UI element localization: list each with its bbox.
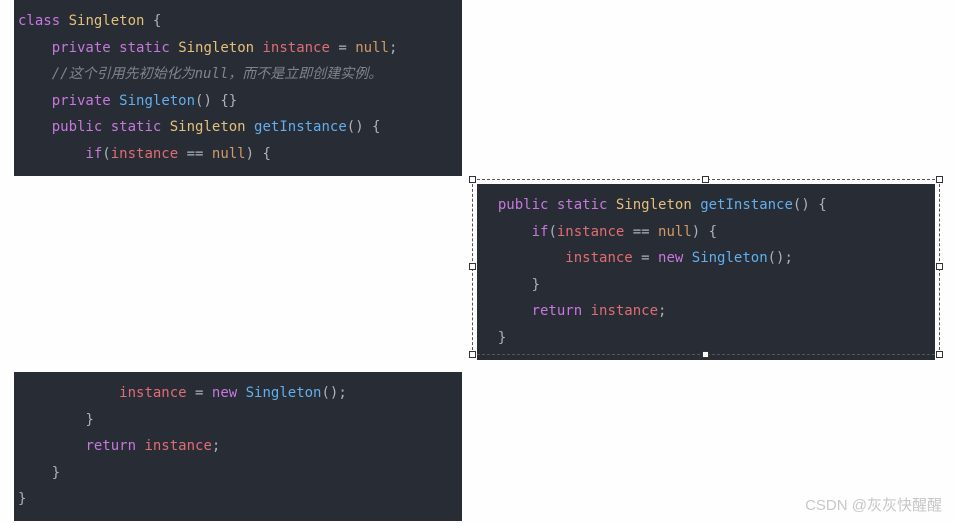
type-singleton: Singleton bbox=[170, 119, 246, 135]
brace-close: } bbox=[52, 465, 60, 481]
comment-line: //这个引用先初始化为null，而不是立即创建实例。 bbox=[52, 66, 383, 82]
semi: ; bbox=[389, 40, 397, 56]
keyword-private: private bbox=[52, 93, 111, 109]
resize-handle-tl[interactable] bbox=[469, 176, 476, 183]
paren-open: ( bbox=[548, 224, 556, 240]
var-instance: instance bbox=[557, 224, 624, 240]
equals: = bbox=[633, 250, 658, 266]
type-singleton: Singleton bbox=[69, 13, 145, 29]
brace: { bbox=[144, 13, 161, 29]
equals: = bbox=[330, 40, 355, 56]
keyword-new: new bbox=[212, 385, 237, 401]
resize-handle-mr[interactable] bbox=[936, 263, 943, 270]
parens: () { bbox=[347, 119, 381, 135]
keyword-static: static bbox=[119, 40, 170, 56]
keyword-if: if bbox=[532, 224, 549, 240]
keyword-class: class bbox=[18, 13, 60, 29]
resize-handle-tr[interactable] bbox=[936, 176, 943, 183]
parens: (); bbox=[768, 250, 793, 266]
paren-close: ) { bbox=[692, 224, 717, 240]
ctor-singleton: Singleton bbox=[119, 93, 195, 109]
keyword-static: static bbox=[111, 119, 162, 135]
eqeq: == bbox=[178, 146, 212, 162]
keyword-null: null bbox=[212, 146, 246, 162]
var-instance: instance bbox=[144, 438, 211, 454]
code-block-3: instance = new Singleton(); } return ins… bbox=[14, 372, 462, 521]
resize-handle-tm[interactable] bbox=[702, 176, 709, 183]
ctor-singleton: Singleton bbox=[692, 250, 768, 266]
semi: ; bbox=[212, 438, 220, 454]
keyword-public: public bbox=[498, 197, 549, 213]
watermark-text: CSDN @灰灰快醒醒 bbox=[805, 494, 942, 515]
resize-handle-ml[interactable] bbox=[469, 263, 476, 270]
ctor-singleton: Singleton bbox=[246, 385, 322, 401]
keyword-new: new bbox=[658, 250, 683, 266]
var-instance: instance bbox=[565, 250, 632, 266]
code-block-1: class Singleton { private static Singlet… bbox=[14, 0, 462, 176]
func-getinstance: getInstance bbox=[254, 119, 347, 135]
var-instance: instance bbox=[111, 146, 178, 162]
parens: () {} bbox=[195, 93, 237, 109]
keyword-return: return bbox=[85, 438, 136, 454]
var-instance: instance bbox=[262, 40, 329, 56]
brace-close: } bbox=[85, 412, 93, 428]
var-instance: instance bbox=[119, 385, 186, 401]
keyword-private: private bbox=[52, 40, 111, 56]
eqeq: == bbox=[624, 224, 658, 240]
brace-close: } bbox=[18, 491, 26, 507]
parens: () { bbox=[793, 197, 827, 213]
parens: (); bbox=[321, 385, 346, 401]
type-singleton: Singleton bbox=[616, 197, 692, 213]
resize-handle-bl[interactable] bbox=[469, 351, 476, 358]
code-block-2: public static Singleton getInstance() { … bbox=[477, 184, 935, 360]
keyword-if: if bbox=[85, 146, 102, 162]
keyword-static: static bbox=[557, 197, 608, 213]
equals: = bbox=[187, 385, 212, 401]
func-getinstance: getInstance bbox=[700, 197, 793, 213]
keyword-public: public bbox=[52, 119, 103, 135]
var-instance: instance bbox=[591, 303, 658, 319]
resize-handle-br[interactable] bbox=[936, 351, 943, 358]
keyword-null: null bbox=[658, 224, 692, 240]
paren-close: ) { bbox=[246, 146, 271, 162]
keyword-null: null bbox=[355, 40, 389, 56]
brace-close: } bbox=[532, 277, 540, 293]
semi: ; bbox=[658, 303, 666, 319]
type-singleton: Singleton bbox=[178, 40, 254, 56]
keyword-return: return bbox=[532, 303, 583, 319]
paren-open: ( bbox=[102, 146, 110, 162]
brace-close: } bbox=[498, 330, 506, 346]
